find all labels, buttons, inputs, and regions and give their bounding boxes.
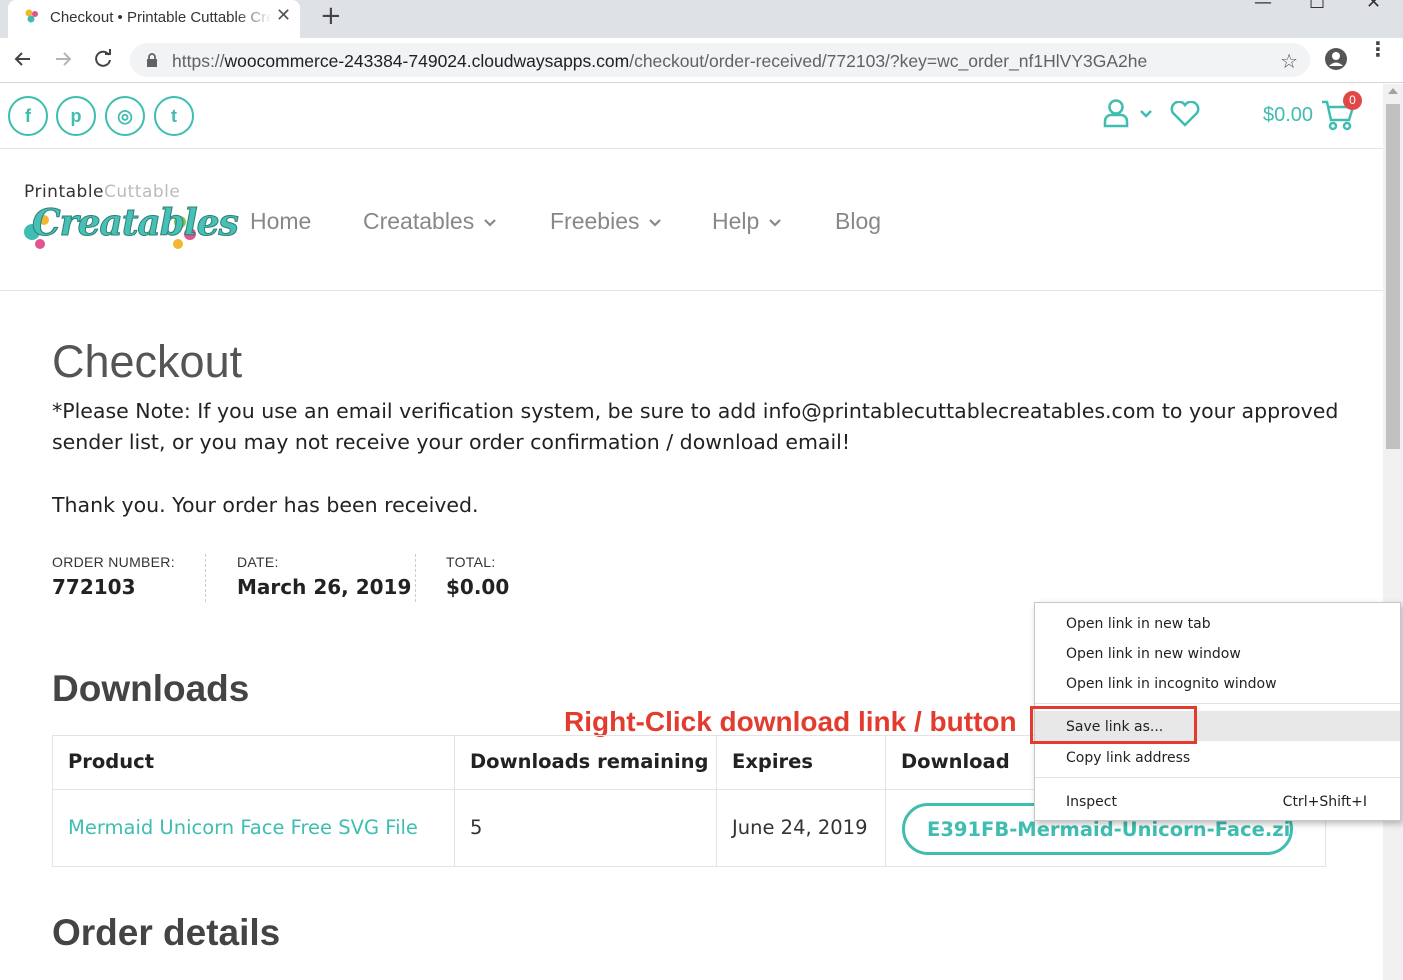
bookmark-star-icon[interactable]: ☆ — [1280, 49, 1298, 73]
header-divider — [0, 148, 1383, 149]
order-date: DATE: March 26, 2019 — [237, 554, 411, 599]
page-title: Checkout — [52, 336, 243, 387]
nav-home-label: Home — [250, 208, 312, 234]
browser-tab-strip: Checkout • Printable Cuttable Creatables… — [0, 0, 1403, 38]
pinterest-glyph: p — [70, 106, 82, 126]
order-total: TOTAL: $0.00 — [446, 554, 509, 599]
scrollbar-thumb[interactable] — [1386, 104, 1400, 449]
nav-divider — [0, 290, 1383, 291]
nav-freebies[interactable]: Freebies — [550, 208, 662, 235]
downloads-heading: Downloads — [52, 668, 250, 709]
site-favicon-icon — [25, 9, 38, 23]
browser-menu-icon[interactable]: ⋮ — [1368, 39, 1388, 59]
menu-item-copy-link-address[interactable]: Copy link address — [1035, 742, 1400, 772]
cart-total[interactable]: $0.00 — [1263, 104, 1313, 127]
forward-arrow-icon[interactable] — [50, 46, 76, 72]
window-close-icon[interactable]: ✕ — [1366, 0, 1381, 13]
wishlist-heart-icon[interactable] — [1170, 101, 1200, 127]
facebook-icon[interactable]: f — [8, 96, 48, 136]
chevron-down-icon — [649, 219, 662, 227]
browser-toolbar: https://woocommerce-243384-749024.cloudw… — [0, 38, 1403, 83]
url-text: https://woocommerce-243384-749024.cloudw… — [172, 51, 1147, 72]
address-bar[interactable]: https://woocommerce-243384-749024.cloudw… — [130, 43, 1310, 77]
web-page: f p ◎ t $0.00 0 PrintableCuttable Creata… — [0, 84, 1383, 980]
order-received-message: Thank you. Your order has been received. — [52, 493, 479, 517]
table-column-divider — [454, 736, 455, 866]
column-header: Product — [68, 750, 155, 773]
profile-avatar-icon[interactable] — [1324, 47, 1348, 71]
logo-word-printable: Printable — [24, 182, 104, 202]
twitter-glyph: t — [171, 106, 177, 126]
minimize-icon[interactable]: — — [1254, 0, 1272, 13]
scroll-up-arrow-icon[interactable] — [1388, 88, 1398, 94]
page-scrollbar[interactable] — [1383, 84, 1403, 980]
nav-creatables[interactable]: Creatables — [363, 208, 497, 235]
order-total-value: $0.00 — [446, 575, 510, 599]
facebook-glyph: f — [25, 106, 31, 126]
menu-item-open-new-tab[interactable]: Open link in new tab — [1035, 608, 1400, 638]
logo-tagline: PrintableCuttable — [24, 182, 180, 202]
cart-count-badge: 0 — [1343, 91, 1362, 110]
logo-wordmark: Creatables — [32, 202, 240, 245]
overview-separator — [415, 554, 416, 602]
new-tab-button[interactable]: + — [320, 1, 342, 31]
column-header: Expires — [732, 750, 813, 773]
order-number: ORDER NUMBER: 772103 — [52, 554, 175, 599]
tab-close-icon[interactable]: ✕ — [276, 5, 291, 26]
order-details-heading: Order details — [52, 912, 281, 953]
chevron-down-icon — [484, 219, 497, 227]
url-path: /checkout/order-received/772103/?key=wc_… — [629, 51, 1148, 71]
inspect-shortcut: Ctrl+Shift+I — [1282, 794, 1367, 810]
order-date-label: DATE: — [237, 554, 279, 570]
menu-item-inspect-label: Inspect — [1066, 794, 1117, 810]
url-host: woocommerce-243384-749024.cloudwaysapps.… — [224, 51, 630, 71]
column-header: Download — [901, 750, 1010, 773]
nav-home[interactable]: Home — [250, 208, 311, 235]
menu-item-open-new-window[interactable]: Open link in new window — [1035, 638, 1400, 668]
downloads-remaining-value: 5 — [470, 816, 483, 839]
nav-blog-label: Blog — [835, 208, 882, 234]
chevron-down-icon — [769, 219, 782, 227]
column-header: Downloads remaining — [470, 750, 709, 773]
account-icon[interactable] — [1102, 98, 1130, 128]
instagram-icon[interactable]: ◎ — [105, 96, 145, 136]
order-date-value: March 26, 2019 — [237, 575, 412, 599]
overview-separator — [205, 554, 206, 602]
nav-freebies-label: Freebies — [550, 208, 640, 234]
instagram-glyph: ◎ — [117, 106, 133, 126]
back-arrow-icon[interactable] — [10, 46, 36, 72]
expires-value: June 24, 2019 — [732, 816, 868, 839]
menu-separator — [1035, 777, 1400, 778]
maximize-icon[interactable]: ☐ — [1309, 0, 1325, 13]
highlight-box — [1030, 706, 1197, 744]
menu-separator — [1035, 703, 1400, 704]
site-logo[interactable]: PrintableCuttable Creatables — [22, 182, 239, 256]
menu-item-open-incognito[interactable]: Open link in incognito window — [1035, 668, 1400, 698]
reload-icon[interactable] — [90, 46, 116, 72]
product-link[interactable]: Mermaid Unicorn Face Free SVG File — [68, 816, 418, 839]
table-column-divider — [885, 736, 886, 866]
menu-item-inspect[interactable]: Inspect Ctrl+Shift+I — [1035, 786, 1400, 816]
table-column-divider — [716, 736, 717, 866]
order-total-label: TOTAL: — [446, 554, 496, 570]
pinterest-icon[interactable]: p — [56, 96, 96, 136]
nav-blog[interactable]: Blog — [835, 208, 881, 235]
order-number-value: 772103 — [52, 575, 136, 599]
instruction-annotation: Right-Click download link / button — [564, 706, 1017, 737]
order-number-label: ORDER NUMBER: — [52, 554, 175, 570]
browser-tab[interactable]: Checkout • Printable Cuttable Creatables… — [8, 0, 300, 38]
account-chevron-down-icon[interactable] — [1140, 110, 1152, 118]
lock-icon — [147, 53, 157, 67]
twitter-icon[interactable]: t — [154, 96, 194, 136]
url-scheme: https:// — [172, 51, 225, 71]
tab-title-fade — [236, 6, 272, 30]
email-notice: *Please Note: If you use an email verifi… — [52, 399, 1339, 454]
logo-word-cuttable: Cuttable — [104, 182, 181, 202]
nav-help-label: Help — [712, 208, 760, 234]
nav-creatables-label: Creatables — [363, 208, 475, 234]
nav-help[interactable]: Help — [712, 208, 782, 235]
